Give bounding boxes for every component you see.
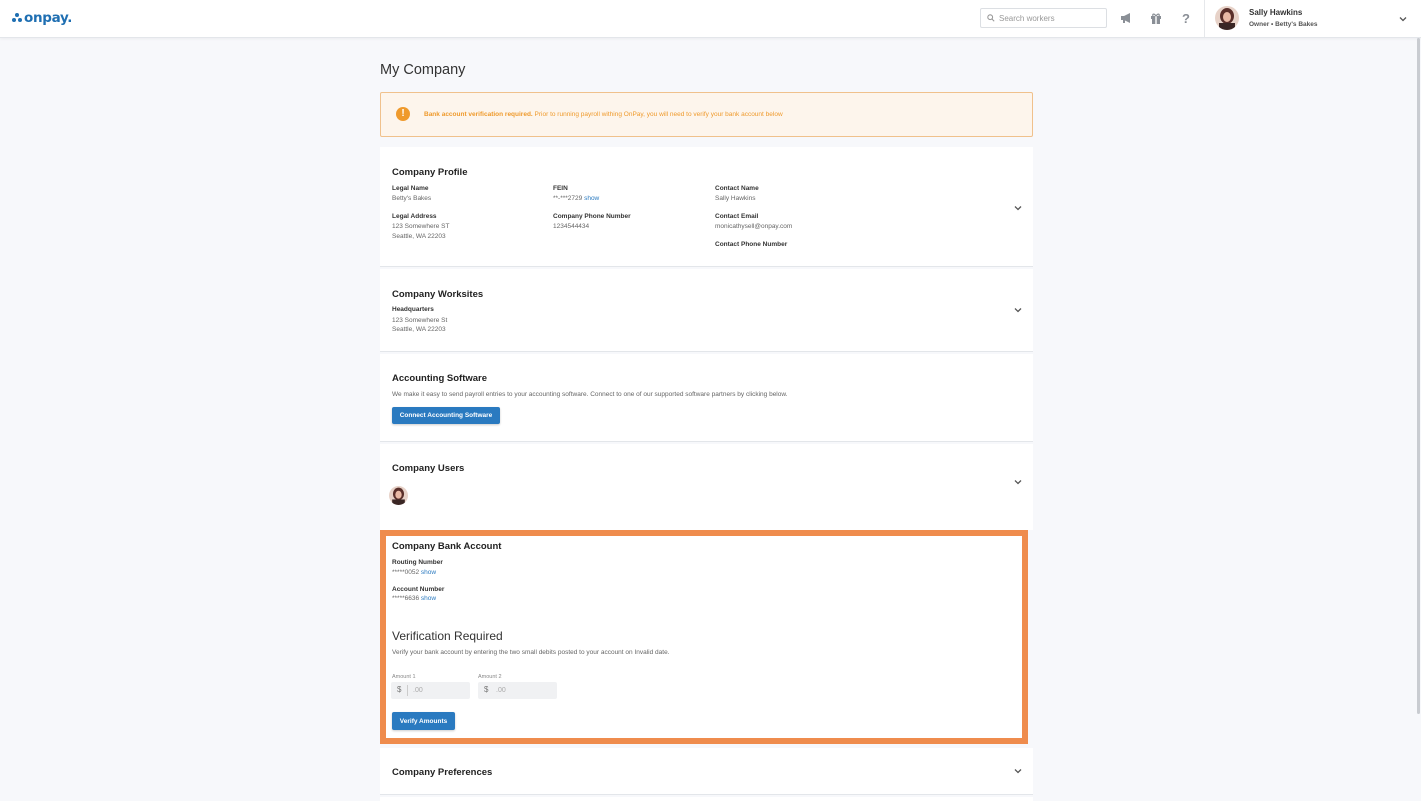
verification-title: Verification Required	[392, 629, 503, 643]
verify-amounts-button[interactable]: Verify Amounts	[392, 712, 455, 730]
accounting-software-card: Accounting Software We make it easy to s…	[380, 354, 1033, 442]
company-profile-card[interactable]: Company Profile Legal Name Betty's Bakes…	[380, 147, 1033, 267]
bank-verification-alert: ! Bank account verification required. Pr…	[380, 92, 1033, 137]
logo-text: onpay.	[24, 10, 73, 26]
page-scrollbar[interactable]	[1417, 38, 1420, 714]
fein-label: FEIN	[553, 185, 568, 192]
company-phone-value: 1234544434	[553, 223, 590, 230]
next-card-edge	[380, 797, 1033, 801]
routing-number-label: Routing Number	[392, 559, 443, 566]
amount1-field[interactable]: $	[391, 682, 470, 699]
accounting-description: We make it easy to send payroll entries …	[392, 391, 788, 398]
legal-name-label: Legal Name	[392, 185, 429, 192]
search-input[interactable]	[999, 13, 1099, 23]
header-divider	[1204, 0, 1205, 37]
fein-value: **-***2729 show	[553, 195, 600, 202]
routing-show-link[interactable]: show	[421, 569, 436, 576]
search-workers[interactable]	[980, 8, 1107, 28]
card-title: Accounting Software	[392, 373, 488, 384]
user-avatar[interactable]	[1215, 6, 1239, 30]
amount2-field[interactable]: $	[478, 682, 557, 699]
company-preferences-card[interactable]: Company Preferences	[380, 748, 1033, 795]
chevron-down-icon[interactable]	[1398, 14, 1408, 24]
logo-mark-icon	[12, 13, 22, 23]
account-number-value: *****6636 show	[392, 595, 437, 602]
chevron-down-icon[interactable]	[1013, 477, 1023, 487]
company-worksites-card[interactable]: Company Worksites Headquarters 123 Somew…	[380, 269, 1033, 352]
account-number-label: Account Number	[392, 586, 445, 593]
worksite-address-line1: 123 Somewhere St	[392, 317, 448, 324]
search-icon	[987, 14, 995, 22]
bank-card-title: Company Bank Account	[392, 541, 502, 552]
onpay-logo[interactable]: onpay.	[12, 10, 72, 26]
user-role: Owner • Betty's Bakes	[1249, 21, 1318, 28]
chevron-down-icon[interactable]	[1013, 203, 1023, 213]
contact-email-value: monicathysell@onpay.com	[715, 223, 793, 230]
company-users-card[interactable]: Company Users	[380, 444, 1033, 530]
contact-email-label: Contact Email	[715, 213, 759, 220]
legal-address-line2: Seattle, WA 22203	[392, 233, 446, 240]
account-show-link[interactable]: show	[421, 595, 436, 602]
help-icon[interactable]: ?	[1179, 11, 1193, 26]
fein-show-link[interactable]: show	[584, 195, 599, 202]
currency-symbol: $	[484, 685, 489, 694]
amount1-input[interactable]	[413, 685, 463, 696]
user-name: Sally Hawkins	[1249, 8, 1303, 17]
user-avatar[interactable]	[389, 486, 408, 505]
megaphone-icon[interactable]	[1119, 11, 1133, 25]
amount2-label: Amount 2	[478, 674, 502, 680]
alert-message: Bank account verification required. Prio…	[424, 111, 783, 118]
amount1-label: Amount 1	[392, 674, 416, 680]
page-title: My Company	[380, 62, 466, 78]
card-title: Company Users	[392, 463, 465, 474]
chevron-down-icon[interactable]	[1013, 305, 1023, 315]
card-title: Company Preferences	[392, 767, 493, 778]
routing-number-value: *****0052 show	[392, 569, 437, 576]
amount2-input[interactable]	[496, 685, 546, 696]
card-title: Company Profile	[392, 167, 468, 178]
warning-icon: !	[396, 107, 410, 121]
chevron-down-icon[interactable]	[1013, 766, 1023, 776]
legal-name-value: Betty's Bakes	[392, 195, 432, 202]
connect-accounting-software-button[interactable]: Connect Accounting Software	[392, 407, 500, 424]
legal-address-line1: 123 Somewhere ST	[392, 223, 450, 230]
contact-phone-label: Contact Phone Number	[715, 241, 788, 248]
company-phone-label: Company Phone Number	[553, 213, 631, 220]
worksite-name: Headquarters	[392, 306, 434, 313]
legal-address-label: Legal Address	[392, 213, 437, 220]
cursor-divider	[407, 685, 408, 696]
worksite-address-line2: Seattle, WA 22203	[392, 326, 446, 333]
currency-symbol: $	[397, 685, 402, 694]
card-title: Company Worksites	[392, 289, 484, 300]
top-bar: onpay. ? Sally Hawkins Owner • Betty's B…	[0, 0, 1421, 38]
gift-icon[interactable]	[1149, 11, 1163, 25]
contact-name-value: Sally Hawkins	[715, 195, 756, 202]
verification-description: Verify your bank account by entering the…	[392, 649, 670, 656]
contact-name-label: Contact Name	[715, 185, 759, 192]
